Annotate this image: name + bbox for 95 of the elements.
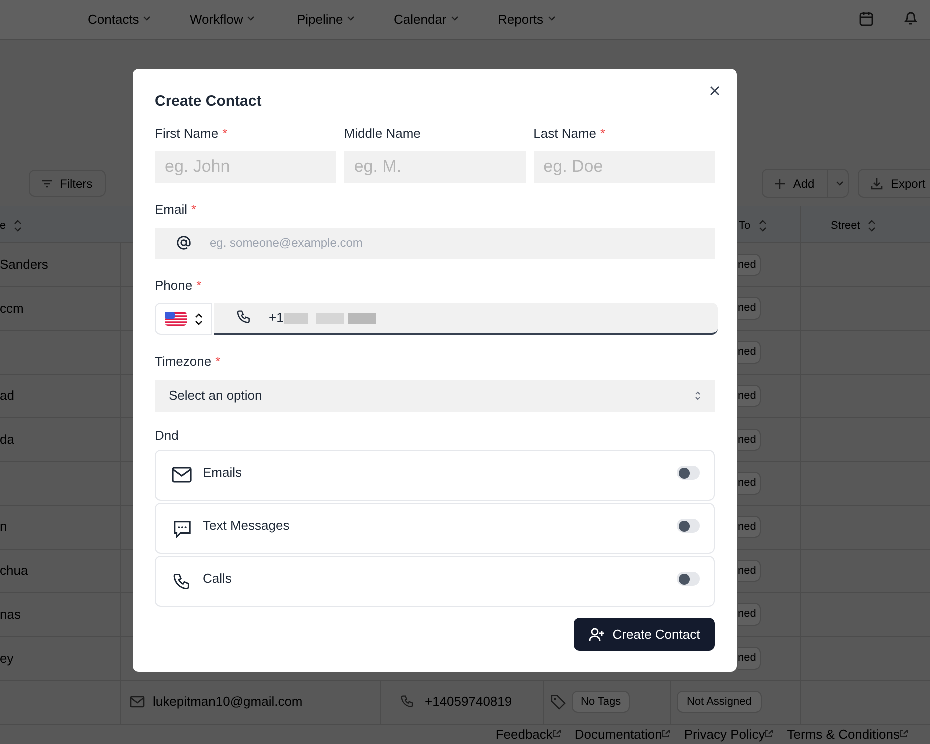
up-down-chevron-icon <box>695 390 701 400</box>
table-cell-text: ey <box>0 650 14 668</box>
phone-field[interactable]: +1 <box>214 303 718 335</box>
mail-icon <box>172 467 192 483</box>
chevron-down-icon <box>143 16 152 22</box>
sort-icon <box>14 220 22 232</box>
plus-icon <box>775 178 786 189</box>
footer-link[interactable]: Documentation <box>574 724 662 744</box>
nav-menu-item[interactable]: Calendar <box>394 10 459 30</box>
external-link-icon <box>552 730 561 738</box>
close-button[interactable] <box>709 85 721 97</box>
phone-icon <box>400 694 415 710</box>
phone-cell-text: +14059740819 <box>425 693 512 712</box>
table-cell-text: Sanders <box>0 256 48 274</box>
section-label: Dnd <box>155 426 180 444</box>
bell-icon[interactable] <box>904 10 918 26</box>
sort-icon <box>758 220 767 232</box>
status-badge: ned <box>738 647 762 670</box>
dialog-title: Create Contact <box>155 92 263 112</box>
toggle-switch[interactable] <box>677 572 700 586</box>
email-cell-text: lukepitman10@gmail.com <box>153 693 303 712</box>
status-badge: ned <box>738 297 762 320</box>
required-mark: * <box>216 353 221 371</box>
text-input[interactable]: eg. Doe <box>534 151 715 183</box>
add-user-icon <box>588 628 605 642</box>
status-badge: ned <box>738 341 762 364</box>
create-contact-button[interactable]: Create Contact <box>574 618 715 651</box>
add-button[interactable]: Add <box>762 169 828 198</box>
status-badge: ned <box>738 428 762 452</box>
status-badge: ned <box>738 384 762 408</box>
mail-icon <box>130 696 145 708</box>
external-link-icon <box>900 730 908 738</box>
field-label: Timezone <box>155 353 212 371</box>
field-label: First Name <box>155 124 219 142</box>
chevron-down-icon <box>450 16 459 22</box>
required-mark: * <box>600 124 606 142</box>
field-label: Last Name <box>534 124 597 142</box>
chat-bubble-icon <box>172 520 192 539</box>
table-cell-text: nas <box>0 606 21 624</box>
nav-menu-item[interactable]: Workflow <box>190 10 256 30</box>
external-link-icon <box>765 730 774 738</box>
status-badge: ned <box>738 472 762 495</box>
field-label: Phone <box>155 276 193 294</box>
sort-icon <box>868 220 876 232</box>
toggle-switch[interactable] <box>677 519 700 533</box>
column-header[interactable]: Street <box>831 218 860 234</box>
status-badge: ned <box>738 560 762 582</box>
up-down-chevron-icon <box>194 312 202 326</box>
option-label: Emails <box>203 464 242 482</box>
table-cell-text: n <box>0 518 8 536</box>
country-code-select[interactable] <box>155 303 212 335</box>
footer-link[interactable]: Terms & Conditions <box>787 724 900 744</box>
chevron-down-icon <box>347 16 356 22</box>
column-header[interactable]: To <box>739 218 751 234</box>
footer-link[interactable]: Feedback <box>496 724 553 744</box>
column-header[interactable]: e <box>0 218 6 234</box>
tag-icon <box>551 694 566 710</box>
close-icon <box>710 86 720 96</box>
table-cell-text: ad <box>0 387 14 406</box>
field-label: Email <box>155 201 188 219</box>
chevron-down-icon <box>836 180 844 187</box>
table-cell-text: da <box>0 431 14 450</box>
chevron-down-icon <box>247 16 256 22</box>
field-label: Middle Name <box>344 124 421 142</box>
tag-badge: No Tags <box>572 690 630 714</box>
filters-button[interactable]: Filters <box>29 170 106 198</box>
export-button[interactable]: Export <box>858 169 930 198</box>
status-badge: ned <box>738 603 762 626</box>
email-field[interactable]: eg. someone@example.com <box>155 228 715 258</box>
toggle-switch[interactable] <box>677 466 700 480</box>
status-badge: Not Assigned <box>677 690 762 714</box>
required-mark: * <box>222 124 228 142</box>
phone-icon <box>236 310 252 326</box>
table-cell-text: chua <box>0 562 28 580</box>
nav-menu-item[interactable]: Reports <box>498 10 556 30</box>
status-badge: ned <box>738 516 762 538</box>
option-label: Text Messages <box>203 517 290 535</box>
calendar-icon[interactable] <box>859 11 874 27</box>
text-input[interactable]: eg. M. <box>344 151 526 183</box>
nav-menu-item[interactable]: Contacts <box>88 10 152 30</box>
flag-icon <box>164 312 186 326</box>
download-icon <box>871 178 883 190</box>
nav-menu-item[interactable]: Pipeline <box>297 10 356 30</box>
chevron-down-icon <box>548 16 556 22</box>
phone-value: +1 <box>269 309 284 328</box>
table-cell-text: ccm <box>0 300 24 318</box>
text-input[interactable]: eg. John <box>155 151 336 183</box>
timezone-select[interactable]: Select an option <box>155 380 715 412</box>
required-mark: * <box>192 201 197 219</box>
option-label: Calls <box>203 570 232 588</box>
status-badge: ned <box>738 254 762 276</box>
filter-icon <box>42 180 52 188</box>
external-link-icon <box>662 730 670 738</box>
footer-link[interactable]: Privacy Policy <box>684 724 766 744</box>
required-mark: * <box>196 276 202 294</box>
